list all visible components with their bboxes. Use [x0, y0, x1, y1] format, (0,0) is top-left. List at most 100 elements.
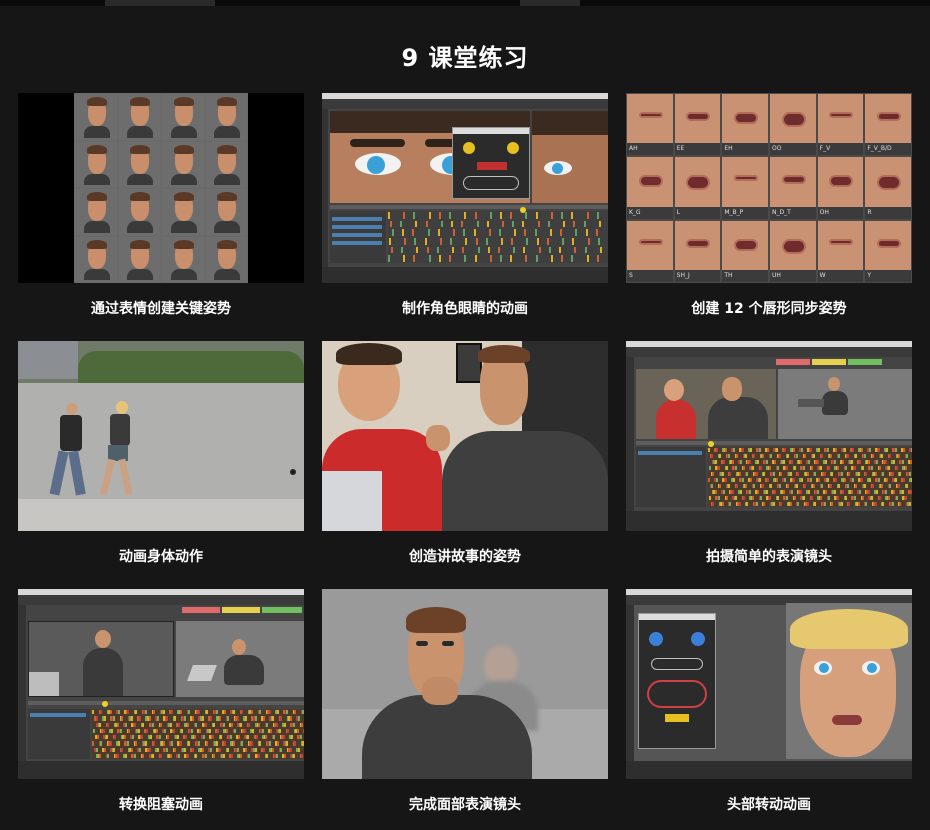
dopesheet-key [110, 728, 113, 733]
dopesheet-key [428, 255, 431, 262]
dopesheet-key [293, 753, 296, 758]
expression-sheet-thumbnail[interactable] [18, 93, 304, 283]
dopesheet-key [262, 716, 265, 721]
dopesheet-key [561, 255, 564, 262]
lip-sync-thumbnail[interactable]: AH EE EH OO F_V F_V_B/D K_G L M_B_P N_D_T OH R S SH_J… [626, 93, 912, 283]
dopesheet-key [525, 255, 528, 262]
dopesheet-key [777, 496, 779, 500]
dopesheet-key [209, 747, 212, 752]
dopesheet-key [302, 710, 304, 715]
card-caption: 通过表情创建关键姿势 [91, 301, 231, 317]
dopesheet-key [807, 490, 810, 494]
dopesheet-key [844, 448, 846, 452]
dopesheet-key [290, 735, 293, 740]
dopesheet-key [762, 484, 765, 488]
picker-control [649, 632, 663, 646]
character-hair [86, 97, 107, 106]
dopesheet-key [559, 246, 562, 254]
dopesheet-key [783, 448, 786, 452]
dopesheet-key [833, 460, 836, 464]
dopesheet-key [885, 478, 888, 482]
facial-performance-thumbnail[interactable] [322, 589, 608, 779]
walker-torso [60, 415, 82, 451]
dopesheet-key [223, 710, 226, 715]
dopesheet-key [790, 490, 793, 494]
dopesheet-key [742, 448, 744, 452]
shelf-tab[interactable] [262, 607, 302, 613]
dopesheet-key [219, 716, 222, 721]
shelf-tab[interactable] [222, 607, 260, 613]
dopesheet-key [252, 728, 254, 733]
dopesheet-key [198, 710, 200, 715]
picker-control [463, 176, 519, 190]
dopesheet-key [864, 454, 867, 458]
timeline-ruler [28, 701, 304, 705]
lip-sync-cell: F_V [817, 94, 864, 156]
dopesheet-key [855, 484, 858, 488]
blocking-conversion-thumbnail[interactable] [18, 589, 304, 779]
character-hair [86, 144, 107, 154]
shelf-tab[interactable] [812, 359, 846, 365]
shelf-tab[interactable] [776, 359, 810, 365]
dopesheet-key [474, 255, 477, 262]
dopesheet-key [743, 466, 745, 470]
dopesheet-key [760, 496, 762, 500]
exercise-card[interactable]: 动画身体动作 [18, 341, 304, 589]
exercise-card[interactable]: 通过表情创建关键姿势 [18, 93, 304, 341]
shelf-tab[interactable] [848, 359, 882, 365]
head-turn-thumbnail[interactable] [626, 589, 912, 779]
dopesheet-key [489, 212, 492, 219]
dopesheet-key [234, 728, 237, 733]
storytelling-pose-thumbnail[interactable] [322, 341, 608, 531]
exercise-card[interactable]: 转换阻塞动画 [18, 589, 304, 830]
dopesheet-key [732, 478, 735, 482]
dopesheet-key [206, 741, 209, 746]
dopesheet-key [857, 472, 860, 476]
playhead-marker[interactable] [520, 207, 526, 213]
dopesheet-key [124, 753, 127, 758]
dopesheet-key [251, 741, 253, 746]
dopesheet-key [208, 728, 211, 733]
expression-cell [75, 94, 117, 140]
dopesheet-key [892, 460, 895, 464]
walk-reference-thumbnail[interactable] [18, 341, 304, 531]
dopesheet-key [233, 741, 236, 746]
exercise-card[interactable]: 完成面部表演镜头 [322, 589, 608, 830]
dopesheet-key [817, 448, 820, 452]
dopesheet-key [268, 741, 271, 746]
dopesheet-key [833, 490, 836, 494]
dopesheet-key [862, 466, 864, 470]
character-sweater [708, 397, 768, 439]
dopesheet-key [195, 753, 198, 758]
character-shirt [214, 221, 241, 233]
acting-shot-thumbnail[interactable] [626, 341, 912, 531]
dopesheet-key [289, 716, 292, 721]
dopesheet-key [726, 466, 728, 470]
dopesheet-key [770, 454, 773, 458]
dopesheet-key [241, 741, 244, 746]
exercise-card[interactable]: 头部转动动画 [626, 589, 912, 830]
exercise-card[interactable]: AH EE EH OO F_V F_V_B/D K_G L M_B_P N_D_T OH R S SH_J… [626, 93, 912, 341]
shelf-tab[interactable] [182, 607, 220, 613]
dopesheet-key [749, 448, 752, 452]
dopesheet-key [889, 454, 892, 458]
exercise-card[interactable]: 创造讲故事的姿势 [322, 341, 608, 589]
expression-cell [118, 189, 160, 235]
dopesheet-key [896, 496, 898, 500]
dopesheet-key [131, 735, 134, 740]
character-hair [130, 239, 151, 249]
dopesheet-key [780, 502, 783, 506]
dopesheet-key [96, 735, 99, 740]
dopesheet-key [216, 728, 219, 733]
exercise-card[interactable]: 制作角色眼睛的动画 [322, 93, 608, 341]
dopesheet-key [121, 716, 124, 721]
eye-animation-thumbnail[interactable] [322, 93, 608, 283]
playhead-marker[interactable] [102, 701, 108, 707]
picker-title-bar [453, 128, 529, 134]
dopesheet-key [888, 466, 891, 470]
lip-sync-label: UH [772, 271, 781, 279]
dopesheet-key [156, 716, 159, 721]
dopesheet-key [236, 747, 239, 752]
exercise-card[interactable]: 拍摄简单的表演镜头 [626, 341, 912, 589]
dopesheet-key [861, 448, 863, 452]
